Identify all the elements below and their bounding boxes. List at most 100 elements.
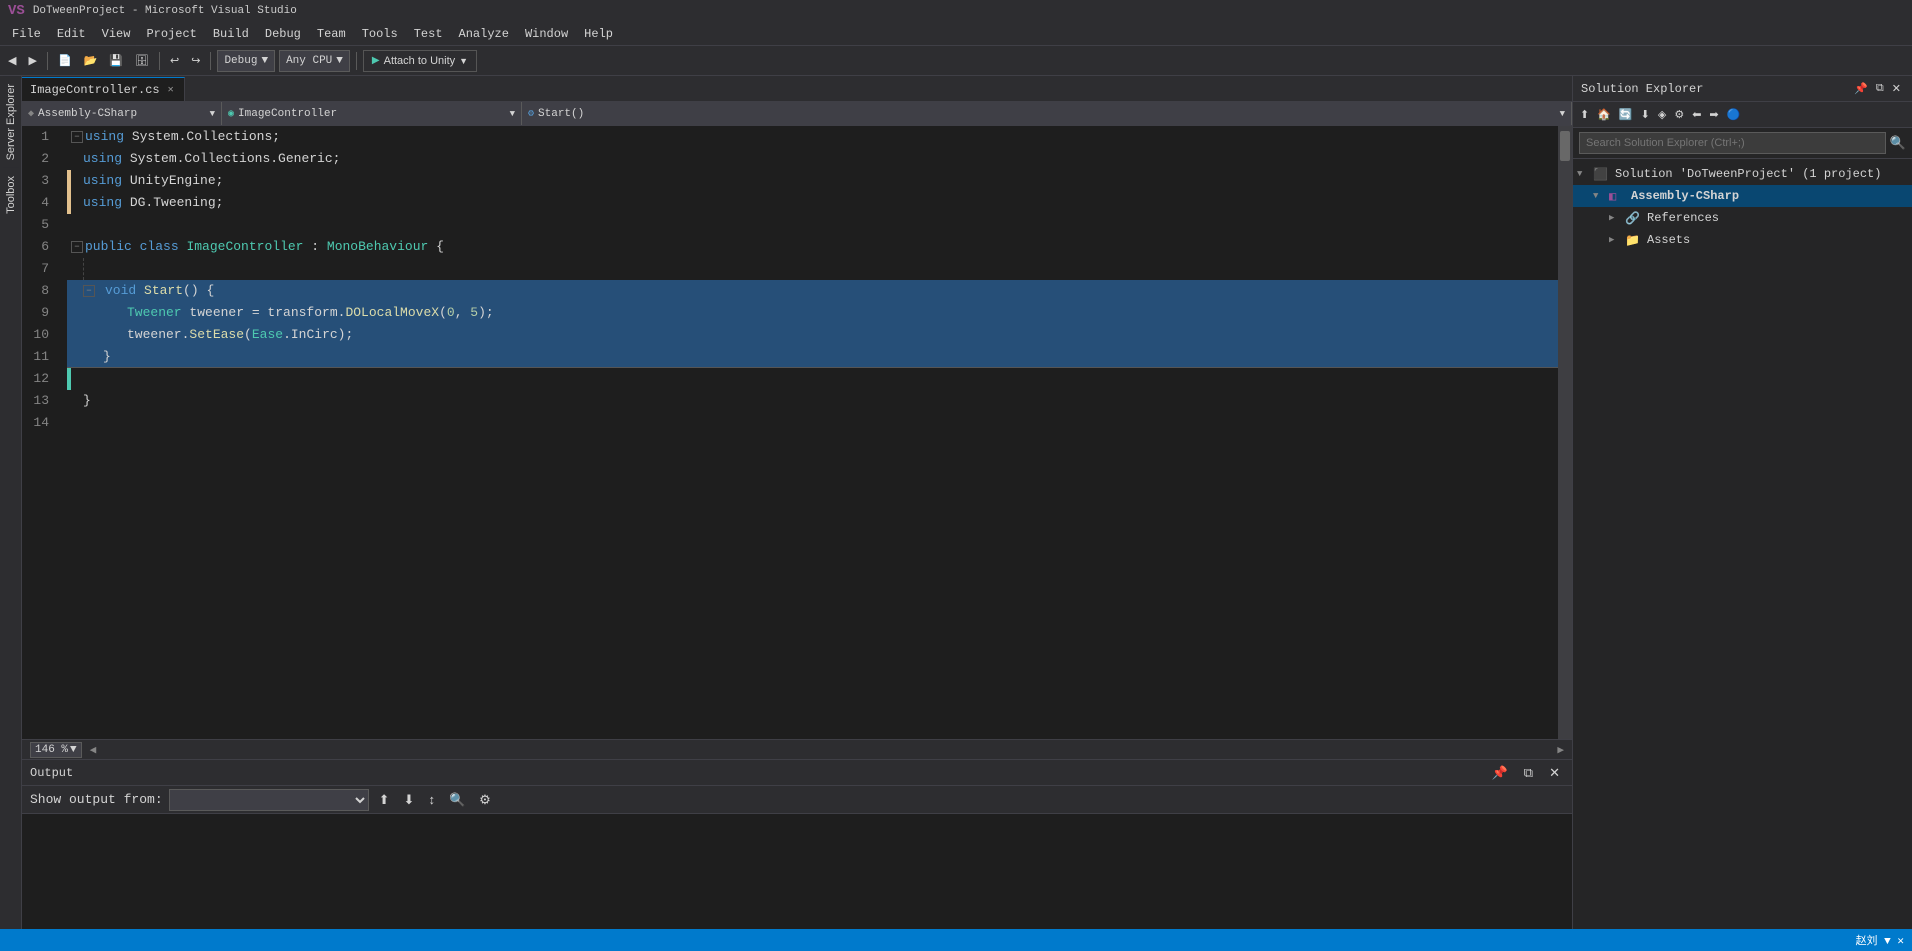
menu-test[interactable]: Test (406, 25, 451, 43)
menu-project[interactable]: Project (138, 25, 204, 43)
show-output-label: Show output from: (30, 792, 163, 807)
code-line-3: using UnityEngine; (67, 170, 1558, 192)
toolbox-tab[interactable]: Toolbox (3, 168, 19, 222)
nav-method-dropdown[interactable]: ⚙ Start() ▼ (522, 102, 1572, 125)
se-btn-4[interactable]: ⬇ (1638, 107, 1653, 122)
code-line-10: tweener.SetEase(Ease.InCirc); (67, 324, 1558, 346)
back-button[interactable]: ◀ (4, 52, 20, 69)
output-scroll-up-button[interactable]: ⬇ (400, 791, 419, 809)
tree-assets[interactable]: ▶ 📁 Assets (1573, 229, 1912, 251)
solution-label: Solution 'DoTweenProject' (1 project) (1615, 167, 1881, 181)
config-label: Debug (224, 55, 257, 67)
se-pin-button[interactable]: 📌 (1851, 81, 1871, 96)
tab-imagecontroller[interactable]: ImageController.cs ✕ (22, 77, 185, 101)
new-file-button[interactable]: 📄 (54, 52, 76, 69)
editor-scrollbar[interactable] (1558, 126, 1572, 739)
scrollbar-track[interactable] (1558, 126, 1572, 739)
fold-icon-6[interactable]: − (71, 241, 83, 253)
menu-bar: File Edit View Project Build Debug Team … (0, 22, 1912, 46)
nav-assembly-arrow: ▼ (210, 109, 215, 119)
menu-view[interactable]: View (94, 25, 139, 43)
references-icon: 🔗 (1625, 211, 1643, 226)
play-icon: ▶ (372, 55, 380, 66)
code-content[interactable]: − using System.Collections; using System… (67, 126, 1558, 739)
menu-file[interactable]: File (4, 25, 49, 43)
output-pin-button[interactable]: 📌 (1488, 764, 1512, 782)
open-file-button[interactable]: 📂 (80, 52, 102, 69)
nav-assembly-icon: ◆ (28, 108, 34, 120)
se-close-button[interactable]: ✕ (1889, 81, 1904, 96)
menu-help[interactable]: Help (576, 25, 621, 43)
toolbar-sep-2 (159, 52, 160, 70)
project-icon: ◧ (1609, 189, 1627, 204)
platform-dropdown-arrow: ▼ (336, 55, 343, 67)
line-number-4: 4 (22, 192, 57, 214)
nav-class-icon: ◉ (228, 108, 234, 120)
platform-dropdown[interactable]: Any CPU ▼ (279, 50, 350, 72)
se-btn-9[interactable]: 🔵 (1724, 107, 1744, 122)
scrollbar-thumb[interactable] (1560, 131, 1570, 161)
output-word-wrap-button[interactable]: ↕ (424, 791, 439, 808)
menu-debug[interactable]: Debug (257, 25, 309, 43)
attach-to-unity-button[interactable]: ▶ Attach to Unity ▼ (363, 50, 477, 72)
fold-icon-1[interactable]: − (71, 131, 83, 143)
status-right: 赵刘 ▼ ✕ (1856, 932, 1904, 948)
output-close-button[interactable]: ✕ (1545, 764, 1564, 782)
fold-icon-8[interactable]: − (83, 285, 95, 297)
vs-status-bar: 赵刘 ▼ ✕ (0, 929, 1912, 951)
output-content (22, 814, 1572, 929)
menu-team[interactable]: Team (309, 25, 354, 43)
menu-window[interactable]: Window (517, 25, 576, 43)
menu-edit[interactable]: Edit (49, 25, 94, 43)
scroll-right-btn[interactable]: ▶ (1557, 743, 1564, 757)
menu-analyze[interactable]: Analyze (451, 25, 517, 43)
vs-logo: VS (8, 3, 25, 19)
solution-explorer: Solution Explorer 📌 ⧉ ✕ ⬆ 🏠 🔄 ⬇ ◈ ⚙ ⬅ ➡ … (1572, 76, 1912, 929)
line-number-14: 14 (22, 412, 57, 434)
main-area: Server Explorer Toolbox ImageController.… (0, 76, 1912, 929)
se-btn-8[interactable]: ➡ (1706, 107, 1721, 122)
output-find-button[interactable]: 🔍 (445, 791, 469, 809)
menu-tools[interactable]: Tools (354, 25, 406, 43)
output-source-dropdown[interactable]: Build Debug (169, 789, 369, 811)
save-button[interactable]: 💾 (105, 52, 127, 69)
se-btn-6[interactable]: ⚙ (1671, 107, 1687, 122)
menu-build[interactable]: Build (205, 25, 257, 43)
se-float-button[interactable]: ⧉ (1873, 81, 1887, 96)
tab-imagecontroller-close[interactable]: ✕ (166, 83, 176, 97)
tab-imagecontroller-label: ImageController.cs (30, 83, 160, 97)
tree-references[interactable]: ▶ 🔗 References (1573, 207, 1912, 229)
save-all-button[interactable]: 🗄 (131, 52, 153, 69)
se-tree: ▼ ⬛ Solution 'DoTweenProject' (1 project… (1573, 159, 1912, 929)
config-dropdown[interactable]: Debug ▼ (217, 50, 275, 72)
output-float-button[interactable]: ⧉ (1520, 764, 1537, 782)
zoom-value: 146 % (35, 744, 68, 756)
tree-project[interactable]: ▼ ◧ Assembly-CSharp (1573, 185, 1912, 207)
editor-area: ImageController.cs ✕ ◆ Assembly-CSharp ▼… (22, 76, 1572, 929)
line-number-2: 2 (22, 148, 57, 170)
zoom-dropdown[interactable]: 146 % ▼ (30, 742, 82, 758)
se-btn-3[interactable]: 🔄 (1616, 107, 1636, 122)
se-btn-1[interactable]: ⬆ (1577, 107, 1592, 122)
se-btn-5[interactable]: ◈ (1655, 107, 1669, 122)
redo-button[interactable]: ↪ (187, 52, 204, 69)
undo-button[interactable]: ↩ (166, 52, 183, 69)
se-btn-2[interactable]: 🏠 (1594, 107, 1614, 122)
nav-bar: ◆ Assembly-CSharp ▼ ◉ ImageController ▼ … (22, 102, 1572, 126)
nav-assembly-dropdown[interactable]: ◆ Assembly-CSharp ▼ (22, 102, 222, 125)
tree-solution[interactable]: ▼ ⬛ Solution 'DoTweenProject' (1 project… (1573, 163, 1912, 185)
nav-assembly-label: Assembly-CSharp (38, 108, 137, 120)
window-title: DoTweenProject - Microsoft Visual Studio (33, 5, 297, 17)
code-editor[interactable]: 1 2 3 4 5 6 7 8 9 10 11 12 13 14 − u (22, 126, 1572, 739)
line-number-7: 7 (22, 258, 57, 280)
output-clear-button[interactable]: ⬆ (375, 791, 394, 809)
scroll-left-btn[interactable]: ◀ (90, 743, 97, 757)
se-header-buttons: 📌 ⧉ ✕ (1851, 81, 1904, 96)
output-options-button[interactable]: ⚙ (475, 791, 495, 809)
toolbar-sep-1 (47, 52, 48, 70)
nav-class-dropdown[interactable]: ◉ ImageController ▼ (222, 102, 522, 125)
se-btn-7[interactable]: ⬅ (1689, 107, 1704, 122)
server-explorer-tab[interactable]: Server Explorer (3, 76, 19, 168)
se-search-input[interactable] (1579, 132, 1886, 154)
forward-button[interactable]: ▶ (24, 52, 40, 69)
